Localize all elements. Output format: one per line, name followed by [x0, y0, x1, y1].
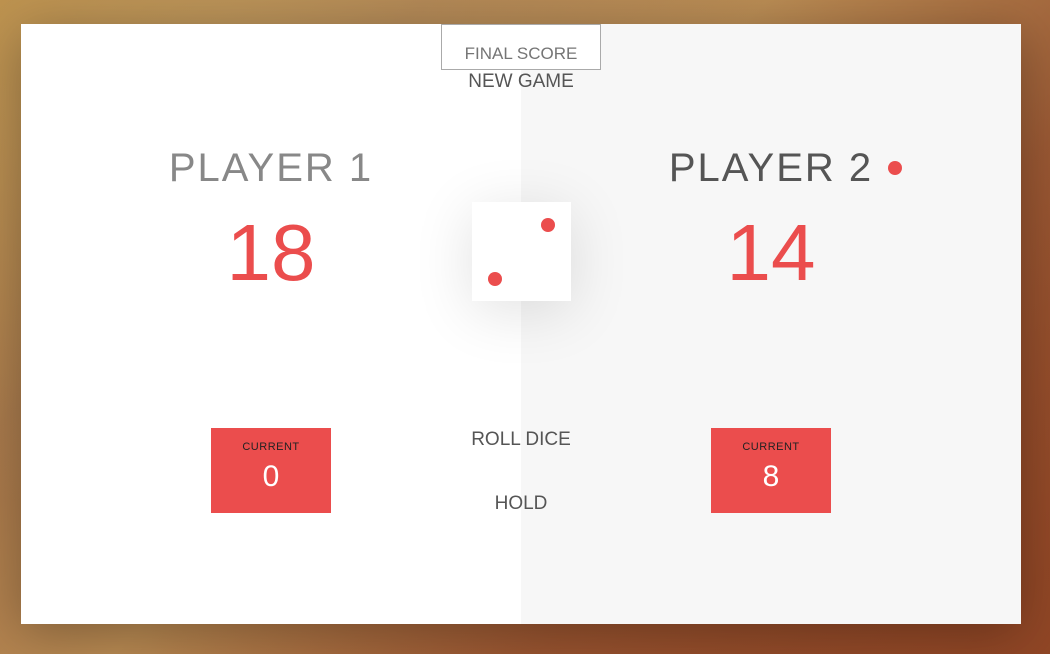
player-2-score: 14	[726, 208, 816, 297]
player-2-panel: PLAYER 2 14 CURRENT 8	[521, 24, 1021, 624]
player-2-current-box: CURRENT 8	[711, 428, 831, 513]
player-1-name: PLAYER 1	[168, 146, 374, 190]
player-1-score: 18	[226, 208, 316, 297]
dice-pip	[541, 218, 555, 232]
player-2-current-label: CURRENT	[742, 441, 800, 453]
hold-button[interactable]: HOLD	[421, 493, 621, 515]
player-2-current-score: 8	[762, 460, 780, 493]
game-board: PLAYER 1 18 CURRENT 0 PLAYER 2 14 CURREN…	[21, 24, 1021, 624]
player-1-current-label: CURRENT	[242, 441, 300, 453]
roll-dice-button[interactable]: ROLL DICE	[421, 429, 621, 451]
active-player-indicator-icon	[888, 161, 902, 175]
dice-icon	[472, 202, 571, 301]
dice-pip	[488, 272, 502, 286]
player-2-name: PLAYER 2	[668, 146, 874, 190]
new-game-button[interactable]: NEW GAME	[421, 71, 621, 93]
player-1-panel: PLAYER 1 18 CURRENT 0	[21, 24, 521, 624]
final-score-input[interactable]	[441, 24, 601, 70]
player-1-current-score: 0	[262, 460, 280, 493]
player-1-current-box: CURRENT 0	[211, 428, 331, 513]
